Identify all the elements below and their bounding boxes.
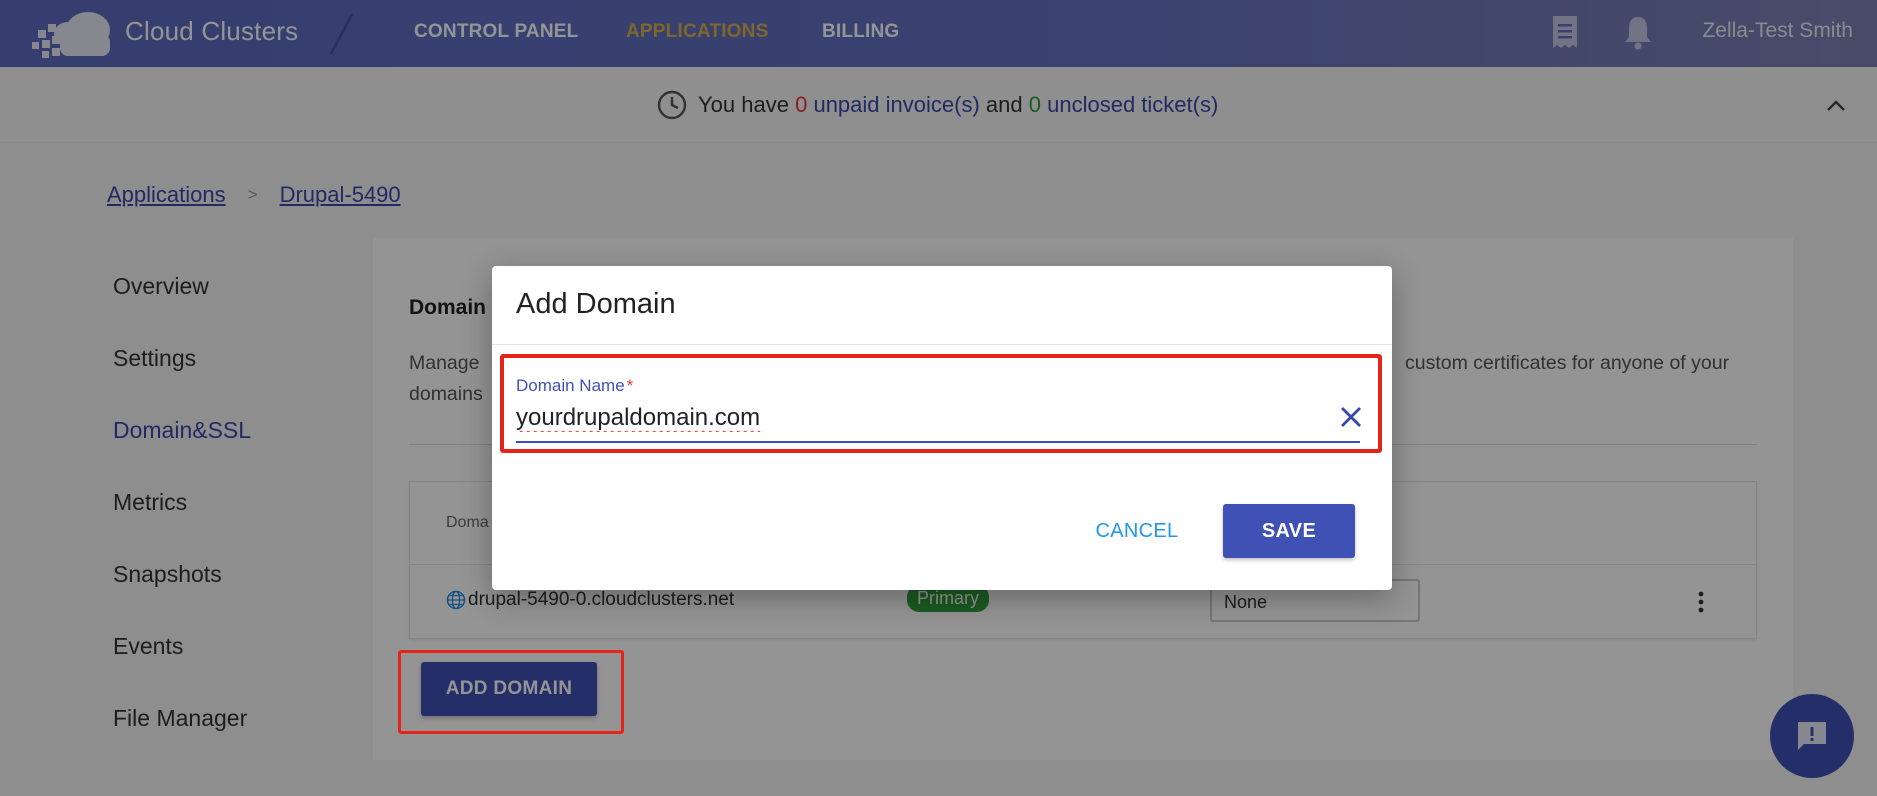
- domain-name-label-text: Domain Name: [516, 376, 625, 395]
- input-underline: [516, 441, 1360, 443]
- save-button[interactable]: SAVE: [1223, 504, 1355, 558]
- cancel-button[interactable]: CANCEL: [1072, 506, 1202, 556]
- dialog-title: Add Domain: [516, 288, 676, 320]
- add-domain-highlight: [398, 650, 624, 734]
- clear-icon[interactable]: [1338, 404, 1364, 430]
- add-domain-dialog: Add Domain Domain Name* CANCEL SAVE: [492, 266, 1392, 590]
- domain-name-input[interactable]: [516, 401, 1336, 435]
- dialog-divider: [492, 344, 1392, 345]
- required-mark: *: [626, 376, 634, 395]
- domain-name-label: Domain Name *: [516, 376, 633, 396]
